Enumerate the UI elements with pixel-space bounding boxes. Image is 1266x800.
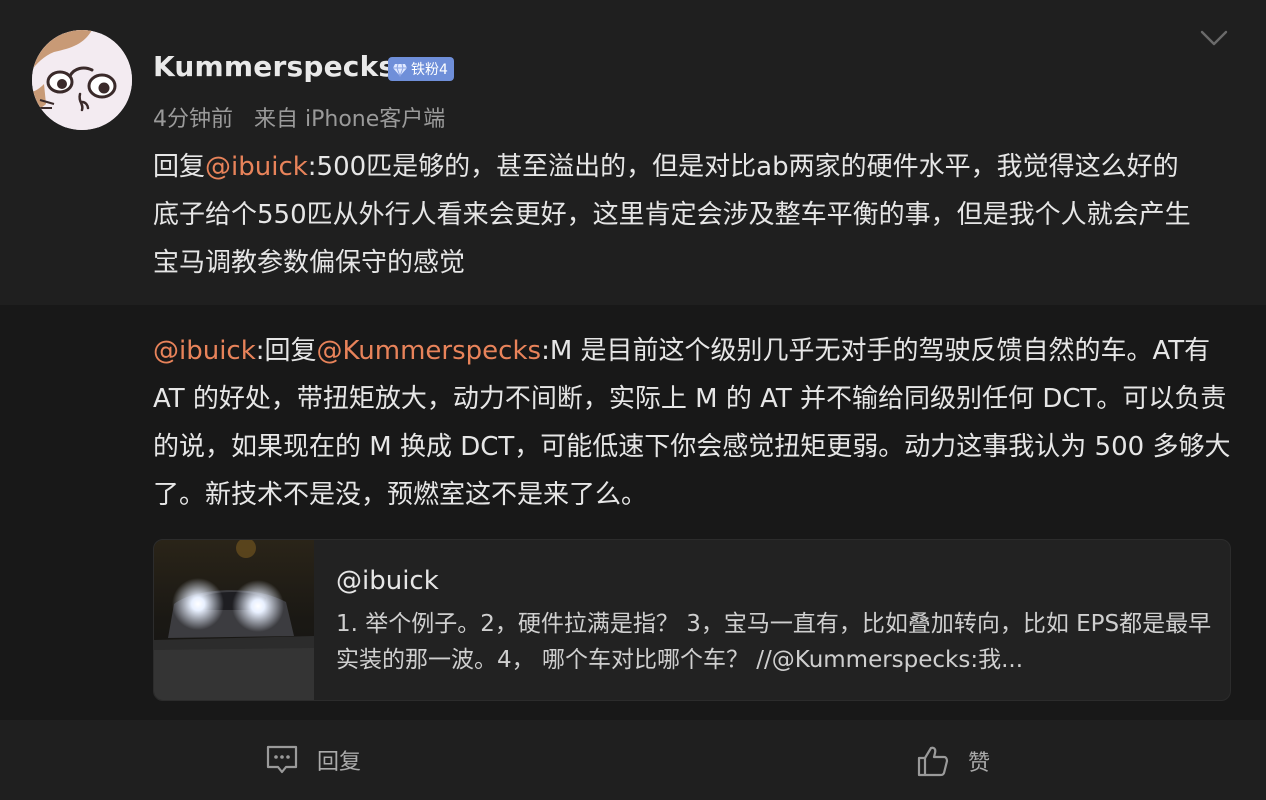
collapse-button[interactable]: [1198, 24, 1230, 52]
like-button[interactable]: 赞: [916, 744, 990, 778]
reply-prefix: 回复: [153, 152, 206, 182]
reply-body: :500匹是够的，甚至溢出的，但是对比ab两家的硬件水平，我觉得这么好的底子给个…: [153, 152, 1191, 278]
timestamp: 4分钟前: [153, 107, 233, 132]
reply-content: 回复@ibuick:500匹是够的，甚至溢出的，但是对比ab两家的硬件水平，我觉…: [153, 143, 1193, 287]
reply-label: 回复: [317, 750, 362, 775]
source-label: 来自 iPhone客户端: [254, 107, 446, 132]
quoted-content: @ibuick:回复@Kummerspecks:M 是目前这个级别几乎无对手的驾…: [153, 327, 1233, 519]
action-bar: [0, 720, 1266, 800]
comment-icon: [266, 745, 298, 774]
quote-reply-prefix: :回复: [255, 336, 317, 366]
like-label: 赞: [968, 751, 991, 776]
chevron-down-icon: [1200, 30, 1228, 46]
quoted-post-card[interactable]: @ibuick 1. 举个例子。2，硬件拉满是指？ 3，宝马一直有，比如叠加转向…: [153, 539, 1231, 701]
mention-link[interactable]: @Kummerspecks: [317, 336, 542, 366]
diamond-icon: [393, 63, 407, 77]
avatar[interactable]: [32, 30, 132, 130]
card-author: @ibuick: [336, 566, 439, 596]
username[interactable]: Kummerspecks: [153, 50, 395, 83]
post-meta: 4分钟前 来自 iPhone客户端: [153, 101, 445, 133]
post-thumbnail: [154, 540, 314, 700]
car-headlights-image: [154, 540, 314, 700]
badge-label: 铁粉4: [411, 62, 448, 78]
cat-avatar-icon: [32, 30, 132, 130]
mention-link[interactable]: @ibuick: [153, 336, 256, 366]
mention-link[interactable]: @ibuick: [205, 152, 308, 182]
reply-button[interactable]: 回复: [265, 744, 361, 776]
thumbs-up-icon: [917, 746, 949, 777]
fan-badge[interactable]: 铁粉4: [388, 57, 454, 81]
card-excerpt: 1. 举个例子。2，硬件拉满是指？ 3，宝马一直有，比如叠加转向，比如 EPS都…: [336, 611, 1212, 673]
